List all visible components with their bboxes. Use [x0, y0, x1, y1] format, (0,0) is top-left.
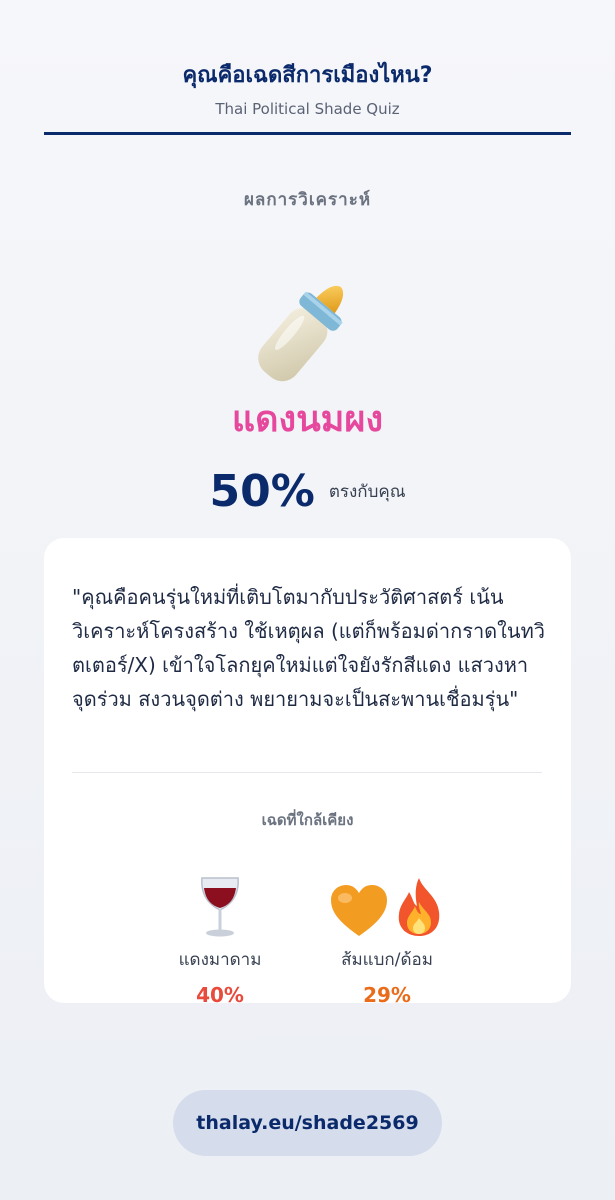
share-url-link[interactable]: thalay.eu/shade2569 [173, 1090, 442, 1156]
wine-glass-icon [201, 877, 239, 937]
page-title: คุณคือเฉดสีการเมืองไหน? [182, 63, 433, 88]
nearby-shade-1-name: แดงมาดาม [178, 950, 262, 970]
nearby-shade-1: แดงมาดาม 40% [160, 868, 280, 1007]
result-section-label: ผลการวิเคราะห์ [243, 190, 372, 210]
match-score: 50% ตรงกับคุณ [0, 466, 615, 517]
nearby-shade-2-percent: 29% [363, 983, 411, 1007]
page-subtitle: Thai Political Shade Quiz [215, 100, 400, 118]
card-divider [72, 772, 542, 773]
nearby-shade-1-percent: 40% [196, 983, 244, 1007]
match-label: ตรงกับคุณ [328, 482, 406, 502]
result-quote: "คุณคือคนรุ่นใหม่ที่เติบโตมากับประวัติศา… [72, 585, 546, 711]
baby-bottle-icon [258, 285, 344, 382]
fire-icon [398, 878, 440, 936]
header: คุณคือเฉดสีการเมืองไหน? Thai Political S… [0, 0, 615, 118]
orange-heart-icon [331, 885, 387, 936]
result-card: "คุณคือคนรุ่นใหม่ที่เติบโตมากับประวัติศา… [44, 538, 571, 1007]
nearby-label: เฉดที่ใกล้เคียง [261, 811, 354, 829]
header-divider [44, 132, 571, 135]
nearby-shade-2: ส้มแบก/ด้อม 29% [312, 868, 462, 1007]
match-percent: 50% [209, 466, 315, 517]
shade-name: แดงนมผง [231, 399, 384, 440]
nearby-shade-2-name: ส้มแบก/ด้อม [341, 950, 433, 970]
